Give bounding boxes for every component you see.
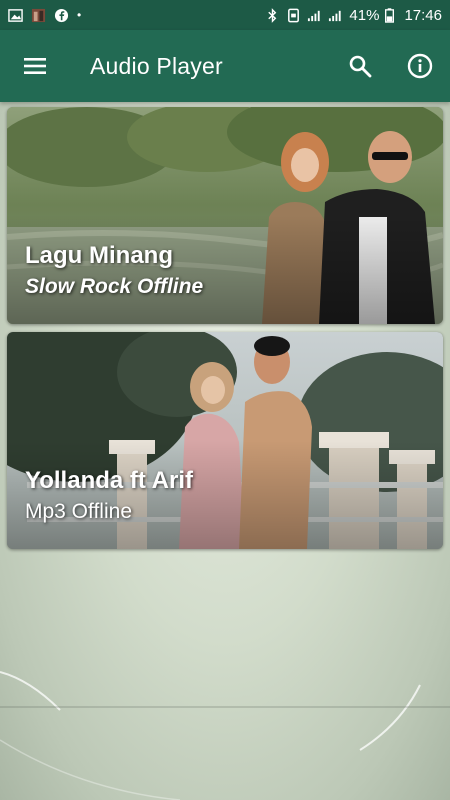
playlist-card-yollanda-ft-arif[interactable]: Yollanda ft Arif Mp3 Offline [7,332,443,549]
nfc-icon [288,8,300,22]
app-title: Audio Player [90,52,223,79]
card-title: Lagu Minang [25,242,173,269]
menu-icon [24,58,46,74]
app-bar: Audio Player [0,30,450,102]
menu-button[interactable] [0,30,70,102]
bluetooth-icon [268,7,277,23]
info-button[interactable] [390,30,450,102]
background-decoration [0,671,450,800]
facebook-icon [54,8,69,22]
gallery-notification-icon [8,8,23,22]
status-bar: • 41% 17:46 [0,0,450,30]
playlist-card-lagu-minang[interactable]: Lagu Minang Slow Rock Offline [7,107,443,324]
info-icon [407,53,433,79]
signal-icon-2 [329,10,342,21]
battery-icon [385,7,395,23]
search-icon [349,55,372,78]
card-subtitle: Slow Rock Offline [25,275,204,298]
more-notifications-dot: • [77,8,82,22]
app-notification-icon [31,8,46,22]
card-title: Yollanda ft Arif [25,467,193,494]
clock: 17:46 [404,6,442,24]
signal-icon-1 [308,10,321,21]
search-button[interactable] [330,30,390,102]
battery-percent: 41% [349,6,380,24]
card-subtitle: Mp3 Offline [25,500,132,523]
